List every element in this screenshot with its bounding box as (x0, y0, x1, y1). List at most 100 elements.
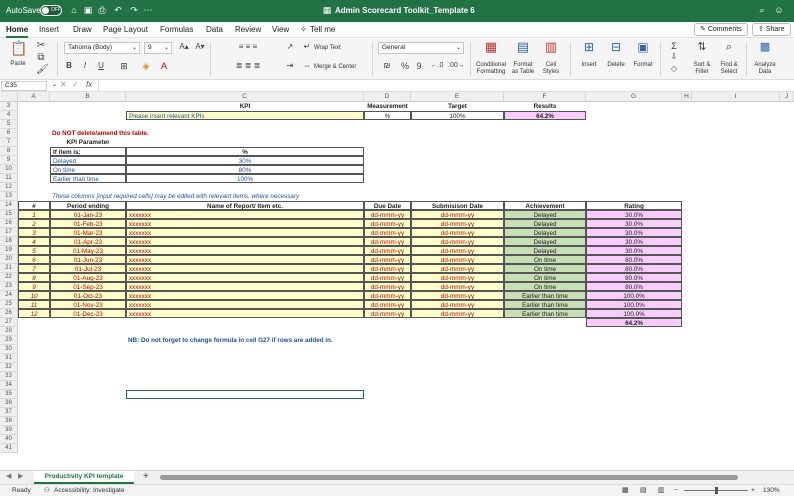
fill-color-icon[interactable]: ◈ (140, 60, 152, 72)
due-date-cell[interactable]: dd-mmm-yy (364, 300, 411, 309)
row-header-5[interactable]: 5 (0, 120, 18, 129)
submission-date-cell[interactable]: dd-mmm-yy (411, 309, 504, 318)
conditional-formatting-button[interactable]: Conditional Formatting (474, 62, 508, 76)
row-header-20[interactable]: 20 (0, 255, 18, 264)
row-number-cell[interactable]: 12 (18, 309, 50, 318)
submission-date-cell[interactable]: dd-mmm-yy (411, 246, 504, 255)
tab-review[interactable]: Review (235, 24, 261, 38)
achievement-cell[interactable]: On time (504, 273, 586, 282)
row-number-cell[interactable]: 1 (18, 210, 50, 219)
row-header-41[interactable]: 41 (0, 444, 18, 453)
row-header-7[interactable]: 7 (0, 138, 18, 147)
achievement-cell[interactable]: Delayed (504, 237, 586, 246)
row-header-36[interactable]: 36 (0, 399, 18, 408)
row-header-21[interactable]: 21 (0, 264, 18, 273)
table-header[interactable]: Name of Report/ Item etc. (126, 201, 364, 210)
rating-cell[interactable]: 30.0% (586, 219, 682, 228)
report-name-cell[interactable]: xxxxxxx (126, 246, 364, 255)
cell-styles-button[interactable]: Cell Styles (538, 62, 564, 76)
horizontal-scrollbar[interactable] (160, 475, 738, 480)
row-number-cell[interactable]: 7 (18, 264, 50, 273)
copy-icon[interactable]: ⧉ (36, 52, 46, 64)
table-header[interactable]: # (18, 201, 50, 210)
measurement-cell[interactable]: % (364, 111, 411, 120)
report-name-cell[interactable]: xxxxxxx (126, 219, 364, 228)
tab-draw[interactable]: Draw (73, 24, 92, 38)
tab-data[interactable]: Data (206, 24, 223, 38)
normal-view-icon[interactable]: ▦ (622, 485, 629, 496)
achievement-cell[interactable]: Earlier than time (504, 291, 586, 300)
column-header-h[interactable]: H (682, 92, 692, 102)
kpi-header[interactable]: KPI (126, 102, 364, 111)
achievement-cell[interactable]: On time (504, 282, 586, 291)
prev-sheet-icon[interactable]: ◀ (6, 472, 11, 480)
results-cell[interactable]: 64.2% (504, 111, 586, 120)
row-header-18[interactable]: 18 (0, 237, 18, 246)
column-header-b[interactable]: B (50, 92, 126, 102)
row-header-10[interactable]: 10 (0, 165, 18, 174)
increase-decimal-icon[interactable]: ←.0 (430, 60, 444, 72)
results-header[interactable]: Results (504, 102, 586, 111)
report-name-cell[interactable]: xxxxxxx (126, 264, 364, 273)
row-header-40[interactable]: 40 (0, 435, 18, 444)
row-number-cell[interactable]: 2 (18, 219, 50, 228)
sort-filter-icon[interactable]: ⇅ (694, 41, 710, 53)
tab-formulas[interactable]: Formulas (160, 24, 193, 38)
table-header[interactable]: Achievement (504, 201, 586, 210)
column-header-g[interactable]: G (586, 92, 682, 102)
tab-home[interactable]: Home (6, 24, 29, 38)
orientation-icon[interactable]: ↗ (284, 41, 296, 53)
borders-icon[interactable]: ⊞ (118, 60, 130, 72)
number-format-select[interactable]: General ⌄ (378, 42, 464, 54)
tell-me-search[interactable]: Tell me (310, 24, 335, 38)
report-name-cell[interactable]: xxxxxxx (126, 273, 364, 282)
due-date-cell[interactable]: dd-mmm-yy (364, 237, 411, 246)
clear-icon[interactable]: ◇ (668, 63, 680, 75)
param-header-item[interactable]: If item is: (50, 147, 126, 156)
report-name-cell[interactable]: xxxxxxx (126, 291, 364, 300)
next-sheet-icon[interactable]: ▶ (18, 472, 23, 480)
fill-icon[interactable]: ⇩ (668, 51, 680, 63)
format-as-table-icon[interactable]: ▤ (514, 40, 532, 53)
param-header-percent[interactable]: % (126, 147, 364, 156)
report-name-cell[interactable]: xxxxxxx (126, 300, 364, 309)
param-percent[interactable]: 80% (126, 165, 364, 174)
achievement-cell[interactable]: Delayed (504, 246, 586, 255)
rating-cell[interactable]: 30.0% (586, 228, 682, 237)
home-icon[interactable]: ⌂ (68, 4, 80, 17)
row-header-23[interactable]: 23 (0, 282, 18, 291)
comma-icon[interactable]: 9 (414, 60, 424, 72)
row-header-8[interactable]: 8 (0, 147, 18, 156)
achievement-cell[interactable]: Delayed (504, 210, 586, 219)
rating-cell[interactable]: 80.0% (586, 282, 682, 291)
submission-date-cell[interactable]: dd-mmm-yy (411, 282, 504, 291)
rating-cell[interactable]: 100.0% (586, 300, 682, 309)
worksheet-grid[interactable]: ABCDEFGHIJ 3 4 5 6 7 8 9 10 11 12 13 14 15 16 17 18 19 20… (0, 92, 794, 470)
more-icon[interactable]: ⋯ (142, 4, 154, 17)
row-header-39[interactable]: 39 (0, 426, 18, 435)
formula-input[interactable] (98, 81, 788, 91)
due-date-cell[interactable]: dd-mmm-yy (364, 264, 411, 273)
row-header-30[interactable]: 30 (0, 345, 18, 354)
row-number-cell[interactable]: 10 (18, 291, 50, 300)
submission-date-cell[interactable]: dd-mmm-yy (411, 219, 504, 228)
row-header-37[interactable]: 37 (0, 408, 18, 417)
rating-cell[interactable]: 80.0% (586, 264, 682, 273)
selected-cell-c35[interactable] (126, 390, 364, 399)
rating-total-cell[interactable]: 64.2% (586, 318, 682, 327)
underline-icon[interactable]: U (96, 60, 106, 72)
italic-icon[interactable]: I (80, 60, 90, 72)
sheet-tab-productivity[interactable]: Productivity KPI template (34, 471, 134, 484)
table-header[interactable]: Rating (586, 201, 682, 210)
achievement-cell[interactable]: Earlier than time (504, 300, 586, 309)
find-select-button[interactable]: Find & Select (717, 62, 741, 76)
row-number-cell[interactable]: 6 (18, 255, 50, 264)
row-number-cell[interactable]: 11 (18, 300, 50, 309)
column-header-f[interactable]: F (504, 92, 586, 102)
due-date-cell[interactable]: dd-mmm-yy (364, 291, 411, 300)
achievement-cell[interactable]: Delayed (504, 228, 586, 237)
format-painter-icon[interactable]: 🖌 (36, 64, 49, 76)
row-header-9[interactable]: 9 (0, 156, 18, 165)
param-percent[interactable]: 100% (126, 174, 364, 183)
column-header-c[interactable]: C (126, 92, 364, 102)
